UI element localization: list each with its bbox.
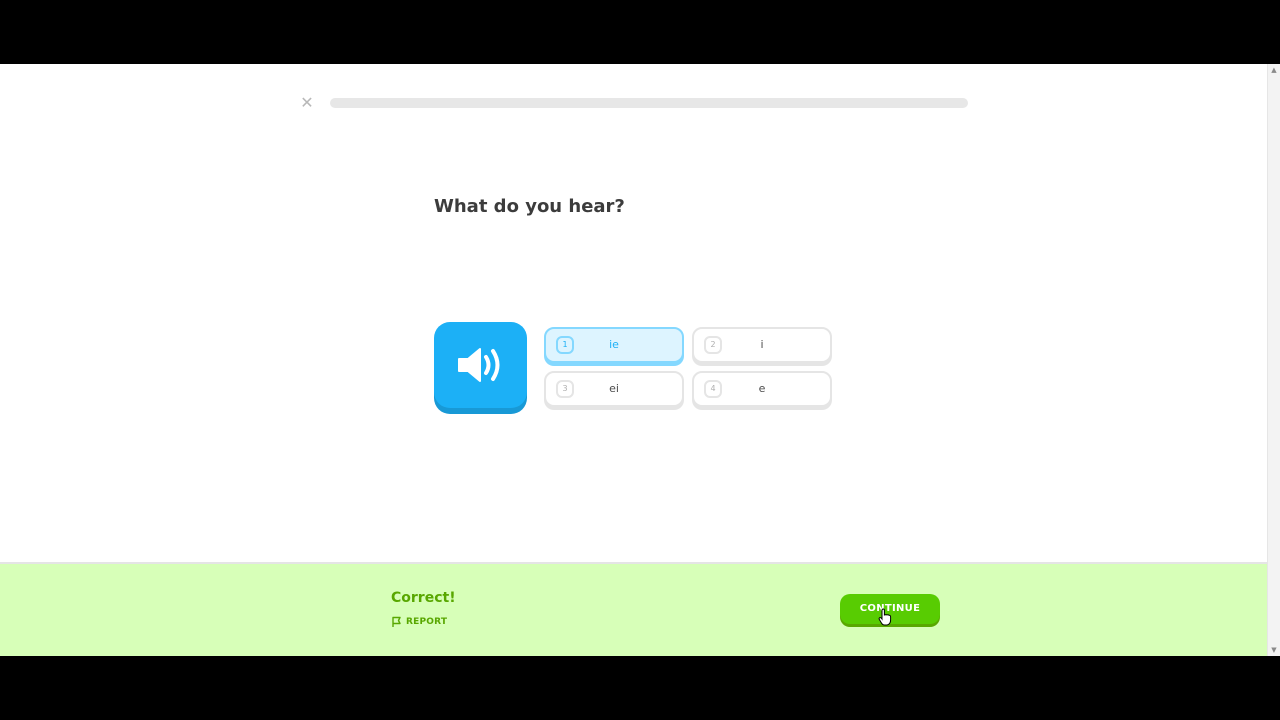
option-2[interactable]: 2 i xyxy=(692,327,832,363)
vertical-scrollbar[interactable]: ▲ ▼ xyxy=(1267,64,1280,656)
option-text: e xyxy=(758,382,766,395)
report-label: REPORT xyxy=(406,617,448,627)
lesson-progress-bar xyxy=(330,98,968,108)
option-text: ei xyxy=(609,382,619,395)
option-3[interactable]: 3 ei xyxy=(544,371,684,407)
scroll-down-icon[interactable]: ▼ xyxy=(1268,644,1280,656)
option-4[interactable]: 4 e xyxy=(692,371,832,407)
result-message: Correct! xyxy=(391,590,456,606)
report-button[interactable]: REPORT xyxy=(391,616,447,628)
hand-cursor-icon xyxy=(878,608,892,626)
option-text: i xyxy=(760,338,764,351)
close-icon[interactable]: ✕ xyxy=(298,94,316,112)
result-footer: Correct! REPORT CONTINUE xyxy=(0,562,1268,656)
option-text: ie xyxy=(609,338,619,351)
speaker-icon xyxy=(457,348,499,382)
challenge-prompt: What do you hear? xyxy=(434,196,625,217)
flag-icon xyxy=(392,616,401,627)
scroll-up-icon[interactable]: ▲ xyxy=(1268,64,1280,76)
lesson-viewport: ✕ What do you hear? 1 ie 2 i 3 ei 4 e Co… xyxy=(0,64,1280,656)
play-audio-button[interactable] xyxy=(434,322,527,408)
option-1[interactable]: 1 ie xyxy=(544,327,684,363)
